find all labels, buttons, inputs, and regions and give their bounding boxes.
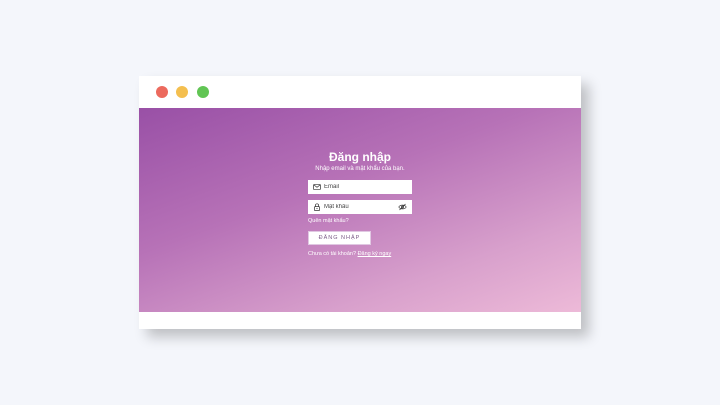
maximize-window-button[interactable] — [197, 86, 209, 98]
eye-off-icon[interactable] — [398, 203, 407, 211]
login-panel: Đăng nhập Nhập email và mật khẩu của bạn… — [139, 108, 581, 312]
forgot-password-link[interactable]: Quên mật khẩu? — [308, 218, 349, 224]
login-title: Đăng nhập — [329, 150, 391, 164]
window-titlebar — [139, 76, 581, 108]
email-field[interactable] — [308, 180, 412, 194]
signup-prompt-text: Chưa có tài khoản? — [308, 251, 357, 257]
signup-prompt: Chưa có tài khoản? Đăng ký ngay — [308, 251, 391, 257]
window-footer — [139, 312, 581, 329]
mail-icon — [313, 184, 321, 190]
signup-link[interactable]: Đăng ký ngay — [358, 251, 392, 257]
browser-window: Đăng nhập Nhập email và mật khẩu của bạn… — [139, 76, 581, 329]
close-window-button[interactable] — [156, 86, 168, 98]
password-input[interactable] — [324, 200, 398, 214]
login-button[interactable]: ĐĂNG NHẬP — [308, 231, 371, 245]
password-field[interactable] — [308, 200, 412, 214]
minimize-window-button[interactable] — [176, 86, 188, 98]
lock-icon — [314, 203, 320, 211]
email-input[interactable] — [324, 180, 398, 194]
login-subtitle: Nhập email và mật khẩu của bạn. — [315, 166, 405, 172]
